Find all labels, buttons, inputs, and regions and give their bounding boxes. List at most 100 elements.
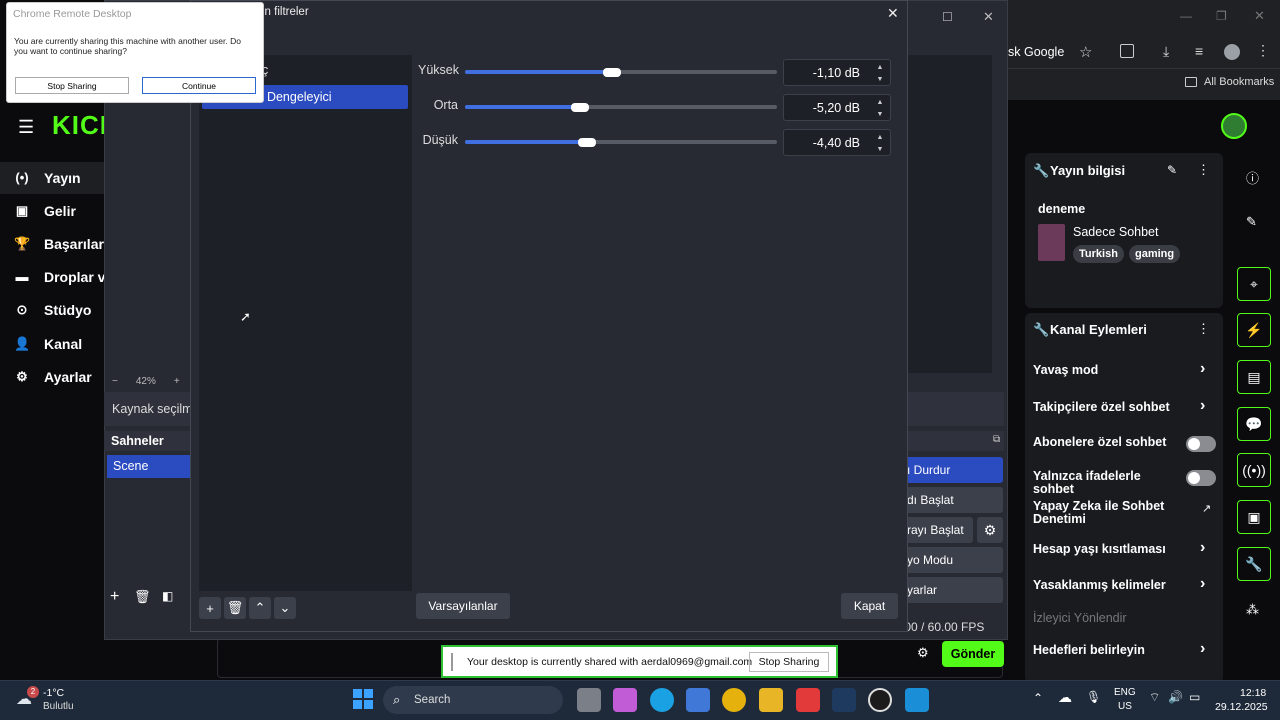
stop-stream-button[interactable]: ı Durdur (903, 457, 1003, 483)
slider-handle[interactable] (603, 68, 621, 77)
maximize-icon[interactable]: ❐ (1216, 9, 1227, 23)
volume-icon[interactable]: 🔊 (1168, 690, 1183, 704)
minimize-icon[interactable]: — (1180, 9, 1192, 23)
edge-icon[interactable] (650, 688, 674, 712)
taskbar-search[interactable]: ⌕ Search (383, 686, 563, 714)
extensions-icon[interactable] (1120, 44, 1134, 58)
pencil-icon[interactable]: ✎ (1246, 214, 1257, 230)
chevron-right-icon[interactable]: › (1200, 539, 1205, 557)
zoom-in-icon[interactable]: + (174, 376, 180, 387)
external-link-icon[interactable]: ↗ (1202, 502, 1211, 515)
media-icon[interactable]: ≡ (1195, 43, 1203, 59)
nav-item[interactable]: ⊙ Stüdyo (14, 293, 92, 326)
studio-mode-button[interactable]: yo Modu (903, 547, 1003, 573)
file-explorer-icon[interactable] (759, 688, 783, 712)
wifi-icon[interactable]: ⌔ (1149, 690, 1160, 705)
obs-icon[interactable] (868, 688, 892, 712)
start-virtualcam-button[interactable]: rayı Başlat (903, 517, 973, 543)
delete-scene-icon[interactable]: 🗑 (134, 589, 151, 605)
slider-handle[interactable] (578, 138, 596, 147)
settings-button[interactable]: yarlar (903, 577, 1003, 603)
spin-up-icon[interactable]: ▲ (874, 63, 886, 72)
settings-icon[interactable]: ⚙ (917, 645, 929, 661)
spin-down-icon[interactable]: ▼ (874, 75, 886, 84)
nodes-icon[interactable]: ⁂ (1246, 602, 1259, 618)
anydesk-icon[interactable] (796, 688, 820, 712)
spin-up-icon[interactable]: ▲ (874, 98, 886, 107)
user-avatar[interactable] (1221, 113, 1247, 139)
stop-sharing-button[interactable]: Stop Sharing (749, 652, 829, 672)
tools-icon[interactable]: 🔧 (1237, 547, 1271, 581)
all-bookmarks[interactable]: All Bookmarks (1204, 76, 1274, 88)
channel-action-item[interactable]: Yavaş mod (1033, 364, 1183, 377)
close-button[interactable]: Kapat (841, 593, 898, 619)
nav-item[interactable]: ⚙ Ayarlar (14, 360, 92, 393)
task-view-icon[interactable] (577, 688, 601, 712)
profile-avatar[interactable] (1224, 44, 1240, 60)
store-icon[interactable] (686, 688, 710, 712)
spin-down-icon[interactable]: ▼ (874, 145, 886, 154)
video-icon[interactable]: ▣ (1237, 500, 1271, 534)
nav-item[interactable]: ▣ Gelir (14, 194, 76, 227)
toggle-switch[interactable] (1186, 436, 1216, 452)
more-icon[interactable]: ⋮ (1197, 162, 1210, 178)
nav-item[interactable]: (•) Yayın (14, 161, 80, 194)
db-spinbox[interactable]: -5,20 dB ▲ ▼ (783, 94, 891, 121)
channel-action-item[interactable]: Yasaklanmış kelimeler (1033, 579, 1183, 592)
db-spinbox[interactable]: -4,40 dB ▲ ▼ (783, 129, 891, 156)
undock-icon[interactable]: ⧉ (993, 434, 1000, 445)
channel-action-item[interactable]: Takipçilere özel sohbet (1033, 401, 1183, 414)
copilot-icon[interactable] (613, 688, 637, 712)
start-recording-button[interactable]: dı Başlat (903, 487, 1003, 513)
popup-stop-sharing-button[interactable]: Stop Sharing (15, 77, 129, 94)
toggle-switch[interactable] (1186, 470, 1216, 486)
goals-item[interactable]: Hedefleri belirleyin (1033, 643, 1145, 657)
lightning-icon[interactable]: ⚡ (1237, 313, 1271, 347)
battery-icon[interactable]: ▭ (1189, 690, 1200, 704)
channel-action-item[interactable]: Yalnızca ifadelerle sohbet (1033, 470, 1183, 496)
nav-item[interactable]: 👤 Kanal (14, 327, 82, 360)
menu-icon[interactable]: ⋮ (1256, 42, 1270, 59)
kick-logo[interactable]: KICK (52, 110, 104, 141)
slider-handle[interactable] (571, 103, 589, 112)
move-up-icon[interactable]: ⌃ (249, 597, 271, 619)
chevron-right-icon[interactable]: › (1200, 575, 1205, 593)
move-down-icon[interactable]: ⌄ (274, 597, 296, 619)
drag-handle[interactable] (451, 653, 453, 671)
info-icon[interactable]: ⓘ (1246, 168, 1259, 187)
download-icon[interactable]: ⤓ (1163, 43, 1169, 60)
channel-action-item[interactable]: Yapay Zeka ile Sohbet Denetimi (1033, 500, 1183, 526)
dialog-close-icon[interactable]: ✕ (887, 5, 899, 22)
nav-item[interactable]: ▬ Droplar ve (14, 260, 114, 293)
defaults-button[interactable]: Varsayılanlar (416, 593, 510, 619)
chevron-right-icon[interactable]: › (1200, 397, 1205, 415)
hamburger-icon[interactable]: ☰ (18, 117, 34, 138)
steam-icon[interactable] (832, 688, 856, 712)
db-spinbox[interactable]: -1,10 dB ▲ ▼ (783, 59, 891, 86)
scene-filter-icon[interactable]: ◧ (162, 589, 173, 603)
lang-bottom[interactable]: US (1118, 701, 1132, 712)
popup-continue-button[interactable]: Continue (142, 77, 256, 94)
star-icon[interactable]: ☆ (1079, 43, 1092, 61)
spin-down-icon[interactable]: ▼ (874, 110, 886, 119)
send-button[interactable]: Gönder (942, 641, 1004, 667)
mic-icon[interactable]: 🎙 (1086, 690, 1101, 704)
delete-filter-icon[interactable]: 🗑 (224, 597, 246, 619)
obs-maximize-icon[interactable]: ☐ (942, 10, 953, 24)
close-icon[interactable]: ✕ (1254, 8, 1265, 24)
chevron-right-icon[interactable]: › (1200, 360, 1205, 378)
add-filter-icon[interactable]: + (199, 597, 221, 619)
onedrive-icon[interactable]: ☁ (1058, 689, 1072, 706)
remote-desktop-icon[interactable] (905, 688, 929, 712)
weather-temp[interactable]: -1°C (43, 687, 64, 699)
windows-start-icon[interactable] (353, 689, 373, 709)
notes-icon[interactable]: ▤ (1237, 360, 1271, 394)
lang-top[interactable]: ENG (1114, 687, 1136, 698)
clock-time[interactable]: 12:18 (1240, 687, 1266, 699)
channel-action-item[interactable]: Abonelere özel sohbet (1033, 436, 1183, 449)
nav-item[interactable]: 🏆 Başarılar (14, 227, 104, 260)
spin-up-icon[interactable]: ▲ (874, 133, 886, 142)
settings-icon[interactable]: ⚙ (977, 517, 1003, 543)
edit-icon[interactable]: ✎ (1167, 163, 1177, 177)
zoom-out-icon[interactable]: − (112, 376, 118, 387)
